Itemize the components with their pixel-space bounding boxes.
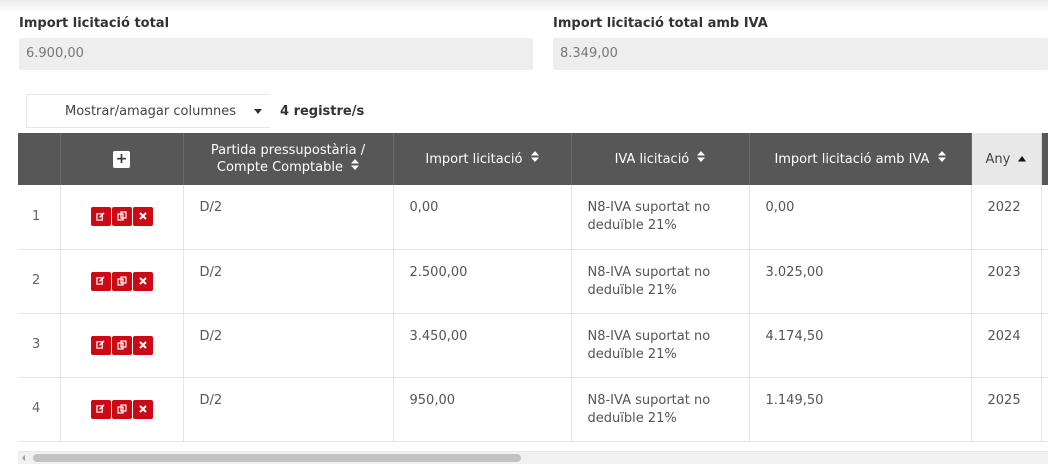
caret-down-icon (254, 108, 262, 114)
cell-iva-line1: N8-IVA suportat no (587, 200, 711, 215)
cell-iva: N8-IVA suportat no deduïble 21% (571, 377, 750, 442)
copy-icon[interactable] (111, 399, 132, 419)
header-iva-label: IVA licitació (614, 151, 690, 167)
row-actions (60, 185, 184, 250)
sort-both-icon (937, 150, 946, 168)
cell-iva-line1: N8-IVA suportat no (587, 328, 711, 344)
cell-any: 2024 (971, 313, 1042, 378)
cell-import: 0,00 (393, 185, 572, 250)
cell-iva-line1: N8-IVA suportat no (587, 392, 711, 408)
table-row: 4 D/2 950,00 N8-IVA suportat no deduïble 21%… (18, 377, 1048, 442)
cell-import: 2.500,00 (393, 249, 572, 314)
header-import-iva-label: Import licitació amb IVA (774, 151, 930, 167)
add-row-button[interactable]: + (113, 150, 130, 168)
scroll-thumb[interactable] (33, 454, 521, 462)
copy-icon[interactable] (111, 207, 132, 227)
header-iva[interactable]: IVA licitació (571, 133, 750, 185)
delete-icon[interactable] (132, 207, 153, 227)
total-field: Import licitació total 6.900,00 (19, 16, 533, 70)
delete-icon[interactable] (132, 271, 153, 291)
cell-import-iva: 1.149,50 (749, 377, 972, 442)
cell-iva-line2: deduïble 21% (587, 282, 677, 298)
row-actions (60, 313, 184, 378)
edit-icon[interactable] (90, 271, 111, 291)
cell-partida: D/2 (183, 313, 394, 378)
sort-asc-icon (1018, 151, 1027, 168)
header-extra (1041, 133, 1048, 185)
cell-extra (1041, 185, 1048, 250)
edit-icon[interactable] (90, 335, 111, 355)
sort-both-icon (351, 159, 360, 176)
cell-iva: N8-IVA suportat no deduïble 21% (571, 249, 750, 314)
cell-iva-line2: deduïble 21% (587, 410, 677, 426)
header-any[interactable]: Any (971, 133, 1042, 185)
copy-icon[interactable] (111, 335, 132, 355)
header-partida-line2: Compte Comptable (216, 160, 343, 175)
row-actions (60, 249, 184, 314)
row-actions (60, 377, 184, 442)
edit-icon[interactable] (90, 207, 111, 227)
row-number: 3 (18, 313, 61, 378)
cell-import: 3.450,00 (393, 313, 572, 378)
cell-iva-line2: deduïble 21% (587, 218, 677, 233)
header-partida-line1: Partida pressupostària / (210, 143, 366, 158)
data-table: + Partida pressupostària / Compte Compta… (18, 133, 1048, 442)
top-shadow (0, 0, 1048, 12)
table-row: 1 D/2 0,00 N8-IVA suportat no deduïble 21% 0,… (18, 185, 1048, 250)
total-iva-value: 8.349,00 (553, 38, 1048, 70)
page: Import licitació total 6.900,00 Import l… (0, 0, 1048, 468)
cell-extra (1041, 377, 1048, 442)
header-partida[interactable]: Partida pressupostària / Compte Comptabl… (183, 133, 394, 185)
scroll-left-icon[interactable] (22, 455, 25, 461)
cell-any: 2023 (971, 249, 1042, 314)
edit-icon[interactable] (90, 399, 111, 419)
cell-iva: N8-IVA suportat no deduïble 21% (571, 185, 750, 250)
table-toolbar: Mostrar/amagar columnes 4 registre/s (26, 94, 364, 128)
cell-iva-line2: deduïble 21% (587, 346, 677, 362)
record-count: 4 registre/s (280, 103, 365, 119)
delete-icon[interactable] (132, 335, 153, 355)
header-import-iva[interactable]: Import licitació amb IVA (749, 133, 972, 185)
copy-icon[interactable] (111, 271, 132, 291)
sort-both-icon (697, 150, 706, 168)
table-row: 3 D/2 3.450,00 N8-IVA suportat no deduïble 2… (18, 313, 1048, 378)
header-import-label: Import licitació (425, 151, 523, 167)
total-iva-field: Import licitació total amb IVA 8.349,00 (553, 16, 1048, 70)
columns-dropdown[interactable]: Mostrar/amagar columnes (26, 94, 270, 128)
total-iva-label: Import licitació total amb IVA (553, 16, 768, 31)
row-number: 1 (18, 185, 61, 250)
horizontal-scrollbar[interactable] (18, 451, 1048, 464)
total-value: 6.900,00 (19, 38, 533, 70)
cell-partida: D/2 (183, 185, 394, 250)
row-number: 2 (18, 249, 61, 314)
cell-partida: D/2 (183, 249, 394, 314)
sort-both-icon (530, 150, 539, 168)
header-import[interactable]: Import licitació (393, 133, 572, 185)
cell-extra (1041, 249, 1048, 314)
header-actions: + (60, 133, 184, 185)
cell-extra (1041, 313, 1048, 378)
cell-any: 2025 (971, 377, 1042, 442)
cell-import: 950,00 (393, 377, 572, 442)
cell-import-iva: 0,00 (749, 185, 972, 250)
delete-icon[interactable] (132, 399, 153, 419)
header-rownum (18, 133, 61, 185)
cell-any: 2022 (971, 185, 1042, 250)
table-header-row: + Partida pressupostària / Compte Compta… (18, 133, 1048, 185)
columns-dropdown-label: Mostrar/amagar columnes (65, 103, 236, 119)
total-label: Import licitació total (19, 16, 170, 31)
table-container: + Partida pressupostària / Compte Compta… (18, 133, 1048, 449)
cell-import-iva: 4.174,50 (749, 313, 972, 378)
cell-import-iva: 3.025,00 (749, 249, 972, 314)
cell-iva: N8-IVA suportat no deduïble 21% (571, 313, 750, 378)
table-row: 2 D/2 2.500,00 N8-IVA suportat no deduïble 2… (18, 249, 1048, 314)
header-any-label: Any (985, 151, 1011, 167)
cell-partida: D/2 (183, 377, 394, 442)
row-number: 4 (18, 377, 61, 442)
cell-iva-line1: N8-IVA suportat no (587, 264, 711, 280)
